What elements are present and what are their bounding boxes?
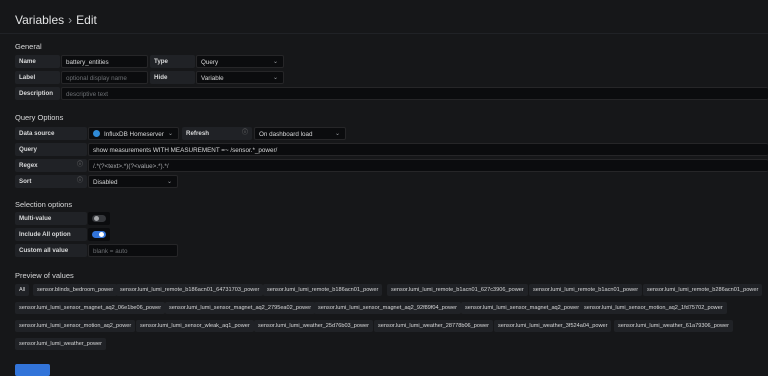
query-options-heading: Query Options [15, 113, 64, 122]
preview-value: sensor.lumi_lumi_sensor_magnet_aq2_92f89… [314, 302, 462, 314]
name-input[interactable]: battery_entities [61, 55, 148, 68]
name-label: Name [15, 55, 60, 68]
multi-value-toggle[interactable] [92, 215, 106, 222]
include-all-label: Include All option [15, 228, 87, 241]
info-icon[interactable]: ⓘ [77, 175, 83, 188]
breadcrumb-separator: › [68, 13, 73, 27]
refresh-select[interactable]: On dashboard load ⌄ [254, 127, 346, 140]
preview-value: sensor.lumi_lumi_weather_25d76b03_power [254, 320, 374, 332]
hide-label: Hide [150, 71, 195, 84]
regex-label: Regex ⓘ [15, 159, 87, 172]
hide-select-value: Variable [201, 75, 224, 82]
include-all-toggle[interactable] [92, 231, 106, 238]
custom-all-input[interactable]: blank = auto [88, 244, 178, 257]
chevron-down-icon: ⌄ [334, 131, 340, 137]
preview-value: sensor.lumi_lumi_weather_3f524a04_power [494, 320, 612, 332]
info-icon[interactable]: ⓘ [242, 127, 248, 140]
selection-options-heading: Selection options [15, 200, 73, 209]
breadcrumb-edit: Edit [76, 13, 97, 27]
preview-value: sensor.lumi_lumi_remote_b286acn01_power [643, 284, 763, 296]
preview-value: sensor.lumi_lumi_remote_b186acn01_647317… [116, 284, 264, 296]
label-input[interactable]: optional display name [61, 71, 148, 84]
sort-label-text: Sort [19, 178, 32, 185]
preview-heading: Preview of values [15, 271, 74, 280]
chevron-down-icon: ⌄ [166, 179, 172, 185]
query-input[interactable]: show measurements WITH MEASUREMENT =~ /s… [88, 143, 768, 156]
preview-value: sensor.lumi_lumi_remote_b1acn01_627c3906… [387, 284, 528, 296]
preview-value: sensor.lumi_lumi_sensor_motion_aq2_1fd75… [580, 302, 727, 314]
preview-value: sensor.lumi_lumi_sensor_magnet_aq2_power [461, 302, 584, 314]
info-icon[interactable]: ⓘ [77, 159, 83, 172]
type-select[interactable]: Query ⌄ [196, 55, 284, 68]
multi-value-label: Multi-value [15, 212, 87, 225]
update-button[interactable] [15, 364, 50, 376]
preview-value: sensor.lumi_lumi_sensor_motion_aq2_power [15, 320, 136, 332]
refresh-select-value: On dashboard load [259, 131, 313, 138]
toggle-knob [94, 216, 99, 221]
regex-label-text: Regex [19, 162, 38, 169]
preview-value: sensor.lumi_lumi_sensor_magnet_aq2_2795e… [165, 302, 316, 314]
header-divider [0, 33, 768, 34]
breadcrumb-variables[interactable]: Variables [15, 13, 64, 27]
preview-value: sensor.lumi_lumi_weather_28778b06_power [374, 320, 494, 332]
datasource-select[interactable]: InfluxDB Homeserver ⌄ [88, 127, 179, 140]
page-title: Variables › Edit [15, 13, 97, 27]
preview-value: All [15, 284, 30, 296]
label-label: Label [15, 71, 60, 84]
regex-input[interactable]: /.*(?<text>.*)(?<value>.*).*/ [88, 159, 768, 172]
type-select-value: Query [201, 59, 219, 66]
preview-value: sensor.blinds_bedroom_power [33, 284, 118, 296]
general-heading: General [15, 42, 42, 51]
chevron-down-icon: ⌄ [272, 59, 278, 65]
description-input[interactable]: descriptive text [61, 87, 768, 100]
refresh-label: Refresh ⓘ [182, 127, 252, 140]
datasource-select-value: InfluxDB Homeserver [104, 131, 164, 138]
preview-value: sensor.lumi_lumi_sensor_magnet_aq2_06e1b… [15, 302, 166, 314]
description-label: Description [15, 87, 60, 100]
preview-value: sensor.lumi_lumi_remote_b1acn01_power [529, 284, 643, 296]
custom-all-label: Custom all value [15, 244, 87, 257]
preview-value: sensor.lumi_lumi_sensor_wleak_aq1_power [136, 320, 254, 332]
chevron-down-icon: ⌄ [167, 131, 173, 137]
refresh-label-text: Refresh [186, 130, 210, 137]
sort-label: Sort ⓘ [15, 175, 87, 188]
preview-value: sensor.lumi_lumi_weather_power [15, 338, 107, 350]
datasource-label: Data source [15, 127, 87, 140]
influxdb-icon [93, 129, 100, 137]
sort-select[interactable]: Disabled ⌄ [88, 175, 178, 188]
sort-select-value: Disabled [93, 179, 118, 186]
toggle-knob [99, 232, 104, 237]
preview-value: sensor.lumi_lumi_weather_61a79306_power [614, 320, 734, 332]
preview-value: sensor.lumi_lumi_remote_b186acn01_power [263, 284, 383, 296]
hide-select[interactable]: Variable ⌄ [196, 71, 284, 84]
chevron-down-icon: ⌄ [272, 75, 278, 81]
query-label: Query [15, 143, 87, 156]
type-label: Type [150, 55, 195, 68]
